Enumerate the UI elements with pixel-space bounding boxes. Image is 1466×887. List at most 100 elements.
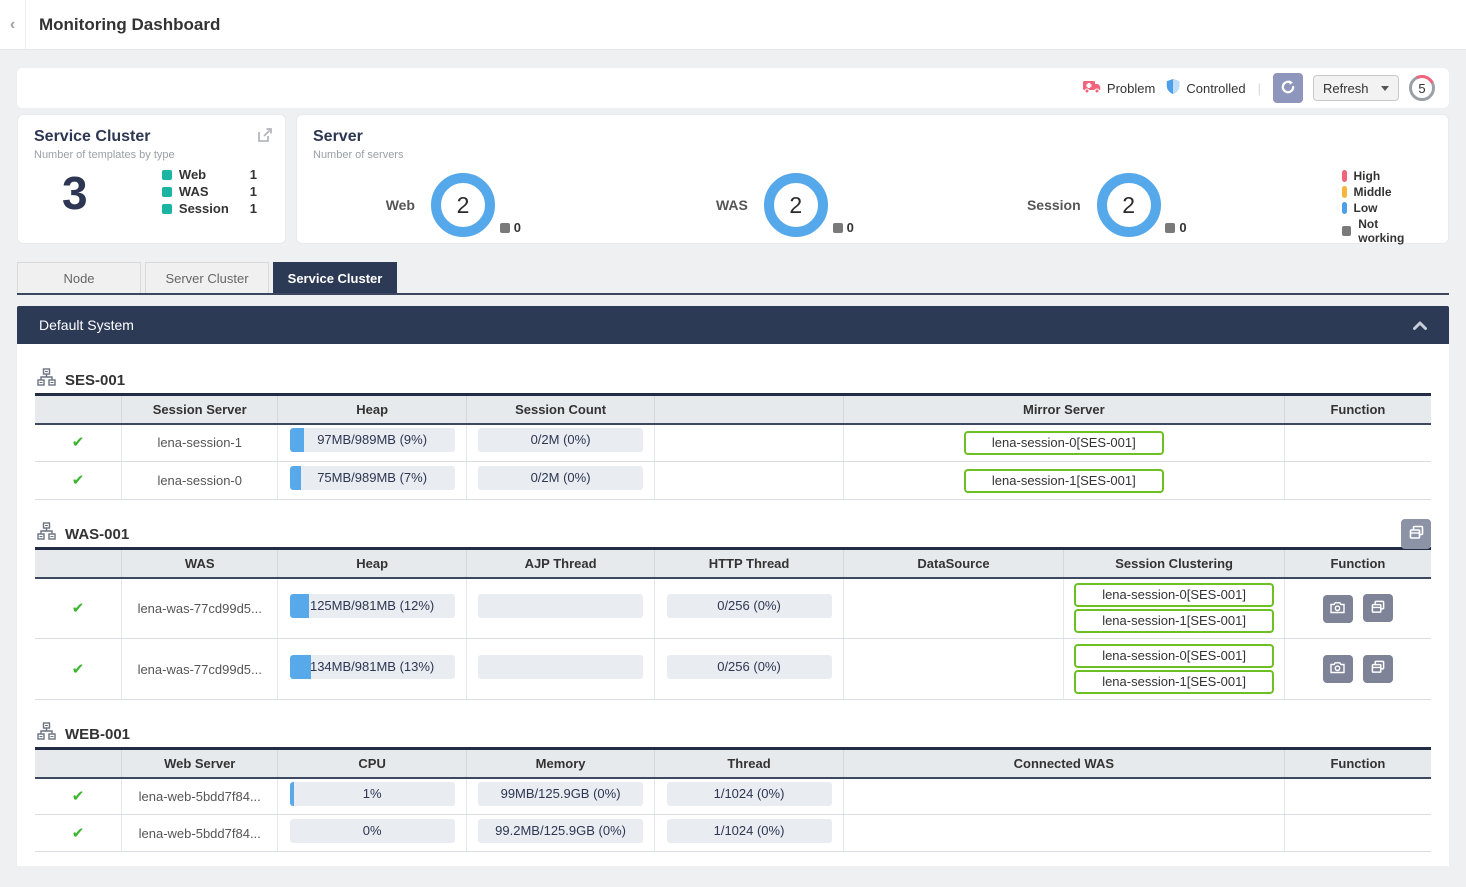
ambulance-icon xyxy=(1082,79,1102,97)
server-card-title: Server xyxy=(313,128,1432,146)
mirror-server-button[interactable]: lena-session-1[SES-001] xyxy=(964,469,1164,493)
gauge-fill xyxy=(290,428,305,452)
status-ok-icon: ✔ xyxy=(72,434,85,451)
refresh-countdown-badge: 5 xyxy=(1409,75,1435,101)
tab-service-cluster[interactable]: Service Cluster xyxy=(273,262,397,293)
web-table: Web Server CPU Memory Thread Connected W… xyxy=(35,747,1431,852)
gauge-was: WAS 2 0 xyxy=(676,173,1009,237)
controlled-label: Controlled xyxy=(1186,81,1245,96)
middle-status-icon xyxy=(1342,186,1347,198)
thread-gauge: 1/1024 (0%) xyxy=(667,819,832,843)
not-working-tag: 0 xyxy=(1165,220,1186,235)
session-clustering-button[interactable]: lena-session-1[SES-001] xyxy=(1074,670,1274,694)
gauge-value: 97MB/989MB (9%) xyxy=(317,432,427,447)
column-header: Mirror Server xyxy=(843,395,1284,424)
column-header: Memory xyxy=(466,749,654,778)
external-link-icon[interactable] xyxy=(257,127,273,148)
gray-square-icon xyxy=(833,223,843,233)
column-header: HTTP Thread xyxy=(655,549,843,578)
mirror-server-button[interactable]: lena-session-0[SES-001] xyxy=(964,431,1164,455)
tab-server-cluster[interactable]: Server Cluster xyxy=(145,262,269,293)
status-column-header xyxy=(35,395,122,424)
snapshot-button[interactable] xyxy=(1323,655,1353,683)
status-label: Not working xyxy=(1358,217,1426,245)
status-ok-icon: ✔ xyxy=(72,788,85,805)
server-name: lena-was-77cd99d5... xyxy=(122,578,278,639)
legend-row-session: Session 1 xyxy=(162,201,257,216)
server-count: 2 xyxy=(789,192,802,219)
gauge-fill xyxy=(290,594,310,618)
datasource-cell xyxy=(843,578,1064,639)
column-header: Connected WAS xyxy=(843,749,1284,778)
gauge-value: 0/2M (0%) xyxy=(531,432,591,447)
copy-icon xyxy=(1371,660,1385,677)
ses-section-header: SES-001 xyxy=(35,346,1431,393)
connected-was-cell xyxy=(843,778,1284,815)
column-header: Session Server xyxy=(122,395,278,424)
page-title: Monitoring Dashboard xyxy=(39,15,220,35)
status-label: Middle xyxy=(1354,185,1392,199)
tab-node[interactable]: Node xyxy=(17,262,141,293)
http-thread-gauge: 0/256 (0%) xyxy=(667,655,832,679)
datasource-cell xyxy=(843,639,1064,700)
session-clustering-button[interactable]: lena-session-0[SES-001] xyxy=(1074,644,1274,668)
gray-square-icon xyxy=(1165,223,1175,233)
web-header-row: Web Server CPU Memory Thread Connected W… xyxy=(35,749,1431,778)
toolbar: Problem Controlled | Refresh 5 xyxy=(17,68,1449,108)
refresh-icon xyxy=(1280,79,1296,98)
gauge-web: Web 2 0 xyxy=(343,173,676,237)
gauge-value: 0% xyxy=(363,823,382,838)
gauge-value: 1/1024 (0%) xyxy=(714,823,785,838)
countdown-value: 5 xyxy=(1418,81,1425,96)
session-count-gauge: 0/2M (0%) xyxy=(478,428,643,452)
collapse-chevron-up-icon[interactable] xyxy=(1413,321,1427,330)
gray-square-icon xyxy=(500,223,510,233)
summary-cards: Service Cluster Number of templates by t… xyxy=(17,114,1449,244)
gauge-fill xyxy=(290,782,294,806)
table-row: ✔ lena-was-77cd99d5... 125MB/981MB (12%)… xyxy=(35,578,1431,639)
cluster-icon xyxy=(37,368,56,392)
cluster-icon xyxy=(37,722,56,746)
copy-row-button[interactable] xyxy=(1363,594,1393,622)
refresh-interval-select[interactable]: Refresh xyxy=(1313,75,1399,101)
status-ok-icon: ✔ xyxy=(72,600,85,617)
session-clustering-button[interactable]: lena-session-0[SES-001] xyxy=(1074,583,1274,607)
status-ok-icon: ✔ xyxy=(72,472,85,489)
gauge-value: 1/1024 (0%) xyxy=(714,786,785,801)
cpu-gauge: 0% xyxy=(290,819,455,843)
session-clustering-button[interactable]: lena-session-1[SES-001] xyxy=(1074,609,1274,633)
column-header xyxy=(655,395,843,424)
ajp-thread-gauge xyxy=(478,594,643,618)
tab-label: Node xyxy=(63,271,94,286)
controlled-filter[interactable]: Controlled xyxy=(1165,78,1245,98)
shield-icon xyxy=(1165,78,1181,98)
gauge-label: Web xyxy=(343,197,415,213)
column-header: CPU xyxy=(278,749,466,778)
ses-table: Session Server Heap Session Count Mirror… xyxy=(35,393,1431,500)
copy-section-button[interactable] xyxy=(1401,519,1431,549)
status-ok-icon: ✔ xyxy=(72,825,85,842)
table-row: ✔ lena-was-77cd99d5... 134MB/981MB (13%)… xyxy=(35,639,1431,700)
system-panel-header[interactable]: Default System xyxy=(17,306,1449,344)
not-working-count: 0 xyxy=(514,220,521,235)
column-header: DataSource xyxy=(843,549,1064,578)
gauge-value: 125MB/981MB (12%) xyxy=(310,598,434,613)
heap-gauge: 75MB/989MB (7%) xyxy=(290,466,455,490)
refresh-now-button[interactable] xyxy=(1273,73,1303,103)
problem-filter[interactable]: Problem xyxy=(1082,79,1155,97)
gauge-value: 1% xyxy=(363,786,382,801)
system-panel-title: Default System xyxy=(39,317,134,333)
snapshot-button[interactable] xyxy=(1323,595,1353,623)
teal-square-icon xyxy=(162,170,172,180)
chevron-down-icon xyxy=(1381,86,1389,91)
section-title: SES-001 xyxy=(65,372,125,389)
service-cluster-card-title: Service Cluster xyxy=(34,128,269,146)
was-header-row: WAS Heap AJP Thread HTTP Thread DataSour… xyxy=(35,549,1431,578)
cpu-gauge: 1% xyxy=(290,782,455,806)
back-button[interactable]: ‹ xyxy=(0,0,26,49)
gauge-value: 0/256 (0%) xyxy=(717,659,781,674)
gauge-value: 0/2M (0%) xyxy=(531,470,591,485)
table-row: ✔ lena-session-1 97MB/989MB (9%) 0/2M (0… xyxy=(35,424,1431,462)
cluster-icon xyxy=(37,522,56,546)
copy-row-button[interactable] xyxy=(1363,655,1393,683)
